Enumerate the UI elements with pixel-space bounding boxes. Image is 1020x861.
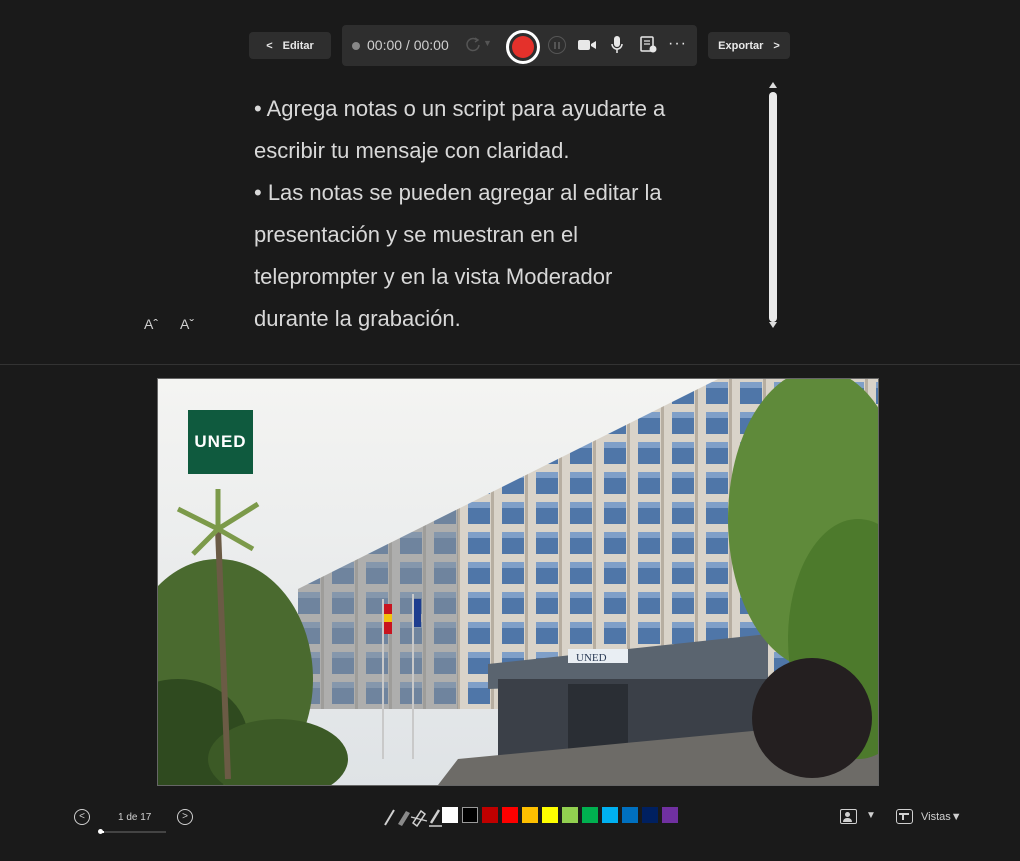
teleprompter-line: durante la grabación.: [254, 306, 461, 331]
eraser-icon[interactable]: [410, 809, 428, 827]
views-button[interactable]: Vistas▼: [921, 811, 962, 823]
ink-color-swatch[interactable]: [662, 807, 678, 823]
recording-status-icon: [352, 42, 360, 50]
microphone-icon[interactable]: [610, 35, 624, 55]
teleprompter-line: presentación y se muestran en el: [254, 222, 579, 247]
edit-button-label: Editar: [282, 39, 314, 52]
chevron-right-icon: >: [773, 39, 780, 52]
edit-button[interactable]: < Editar: [249, 32, 331, 59]
export-button[interactable]: Exportar >: [708, 32, 790, 59]
highlighter-icon[interactable]: [398, 811, 410, 826]
ink-color-swatch[interactable]: [542, 807, 558, 823]
camera-preview[interactable]: [752, 658, 872, 778]
camera-icon[interactable]: [577, 37, 597, 53]
recording-toolbar: < Editar 00:00 / 00:00 ▼ ··· Exportar >: [0, 0, 1020, 70]
teleprompter-line: • Las notas se pueden agregar al editar …: [254, 180, 662, 205]
teleprompter-line: • Agrega notas o un script para ayudarte…: [254, 96, 666, 121]
scroll-up-arrow-icon[interactable]: [769, 82, 777, 88]
ink-color-swatch[interactable]: [602, 807, 618, 823]
ink-tools: [384, 809, 442, 827]
ink-color-swatch[interactable]: [562, 807, 578, 823]
ink-color-swatch[interactable]: [642, 807, 658, 823]
ink-color-swatch[interactable]: [622, 807, 638, 823]
marker-icon[interactable]: [429, 809, 442, 827]
ink-color-swatch[interactable]: [502, 807, 518, 823]
pen-icon[interactable]: [384, 809, 395, 826]
ink-color-palette: [442, 807, 678, 823]
ink-color-swatch[interactable]: [482, 807, 498, 823]
recording-controls: 00:00 / 00:00 ▼ ···: [342, 25, 697, 66]
ink-color-swatch[interactable]: [442, 807, 458, 823]
decrease-font-button[interactable]: Aˇ: [180, 316, 194, 332]
camera-layout-dropdown-icon[interactable]: ▼: [866, 810, 876, 821]
pause-button[interactable]: [548, 36, 566, 54]
export-button-label: Exportar: [718, 39, 764, 52]
record-button[interactable]: [506, 30, 540, 64]
camera-layout-icon[interactable]: [840, 809, 857, 824]
teleprompter-line: teleprompter y en la vista Moderador: [254, 264, 613, 289]
next-slide-button[interactable]: >: [177, 809, 193, 825]
teleprompter-line: escribir tu mensaje con claridad.: [254, 138, 570, 163]
slide-progress-knob[interactable]: [98, 829, 103, 834]
teleprompter-text[interactable]: • Agrega notas o un script para ayudarte…: [254, 88, 759, 352]
building-sign-text: UNED: [576, 652, 607, 664]
views-icon[interactable]: [896, 809, 913, 824]
notes-settings-icon[interactable]: [640, 36, 658, 54]
ink-color-swatch[interactable]: [462, 807, 478, 823]
scroll-down-arrow-icon[interactable]: [769, 322, 777, 328]
chevron-left-icon: <: [266, 39, 273, 52]
slide-progress-bar[interactable]: [98, 829, 166, 834]
views-label: Vistas: [921, 811, 951, 823]
teleprompter-scrollbar[interactable]: [767, 82, 779, 330]
recording-timer: 00:00 / 00:00: [367, 37, 449, 53]
ink-color-swatch[interactable]: [522, 807, 538, 823]
retake-icon[interactable]: [464, 36, 482, 54]
section-divider: [0, 364, 1020, 365]
views-dropdown-icon: ▼: [950, 811, 962, 823]
retake-dropdown-icon[interactable]: ▼: [483, 38, 492, 48]
page-indicator: 1 de 17: [118, 812, 152, 823]
previous-slide-button[interactable]: <: [74, 809, 90, 825]
more-options-icon[interactable]: ···: [668, 35, 687, 53]
scrollbar-thumb[interactable]: [769, 92, 777, 322]
ink-color-swatch[interactable]: [582, 807, 598, 823]
uned-logo: UNED: [188, 410, 253, 474]
increase-font-button[interactable]: Aˆ: [144, 316, 158, 332]
